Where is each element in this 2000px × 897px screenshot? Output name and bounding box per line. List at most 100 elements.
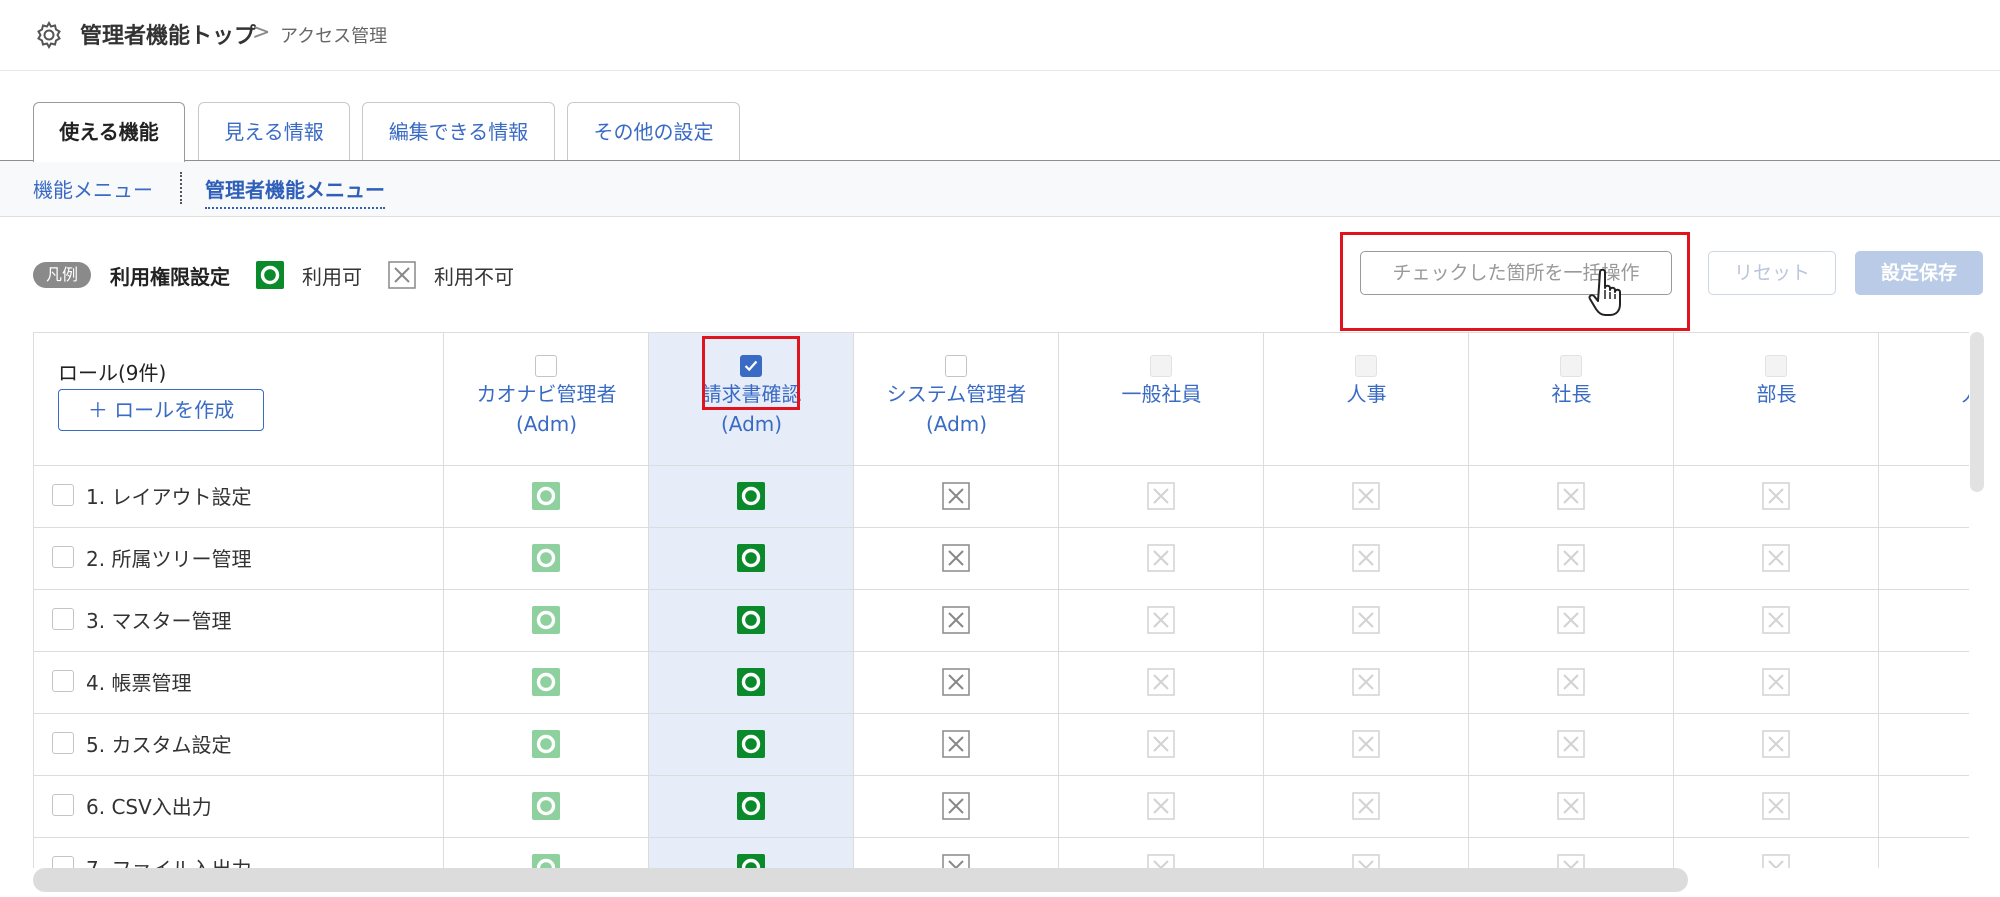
allowed-icon[interactable] (532, 482, 560, 510)
role-column-header[interactable]: 社長 (1469, 379, 1674, 409)
allowed-icon[interactable] (737, 730, 765, 758)
tab-other-settings[interactable]: その他の設定 (567, 102, 740, 160)
denied-icon[interactable] (1762, 792, 1790, 820)
allowed-icon[interactable] (532, 792, 560, 820)
denied-icon[interactable] (1352, 854, 1380, 868)
denied-icon[interactable] (1557, 854, 1585, 868)
column-select-checkbox[interactable] (1150, 355, 1172, 377)
row-select-checkbox[interactable] (52, 732, 74, 754)
allowed-icon[interactable] (737, 854, 765, 868)
denied-icon[interactable] (1147, 606, 1175, 634)
chevron-right-icon: > (252, 20, 271, 45)
denied-icon[interactable] (1557, 544, 1585, 572)
allowed-icon[interactable] (737, 482, 765, 510)
row-divider (34, 589, 1969, 590)
tab-editable-info[interactable]: 編集できる情報 (362, 102, 555, 160)
reset-button[interactable]: リセット (1708, 251, 1836, 295)
role-count: ロール(9件) (58, 361, 167, 385)
row-divider (34, 837, 1969, 838)
row-select-checkbox[interactable] (52, 670, 74, 692)
allowed-icon[interactable] (532, 544, 560, 572)
save-settings-button[interactable]: 設定保存 (1855, 251, 1983, 295)
function-row-label: 7. ファイル入出力 (86, 853, 251, 868)
denied-icon[interactable] (1762, 730, 1790, 758)
breadcrumb-admin-top[interactable]: 管理者機能トップ (80, 18, 256, 50)
denied-icon[interactable] (1762, 482, 1790, 510)
tab-usable-features[interactable]: 使える機能 (33, 102, 185, 162)
denied-icon[interactable] (942, 668, 970, 696)
allowed-icon[interactable] (532, 730, 560, 758)
row-divider (34, 775, 1969, 776)
role-column-subheader: (Adm) (720, 412, 783, 436)
horizontal-scrollbar[interactable] (33, 868, 1688, 892)
denied-icon[interactable] (942, 544, 970, 572)
column-divider (1468, 333, 1469, 868)
column-select-checkbox[interactable] (1765, 355, 1787, 377)
denied-icon (388, 261, 416, 289)
header-divider (34, 465, 1969, 466)
denied-icon[interactable] (942, 482, 970, 510)
denied-icon[interactable] (1557, 606, 1585, 634)
denied-icon[interactable] (1147, 482, 1175, 510)
row-select-checkbox[interactable] (52, 856, 74, 868)
subnav-function-menu[interactable]: 機能メニュー (33, 174, 153, 203)
denied-icon[interactable] (1557, 730, 1585, 758)
role-column-header[interactable]: 一般社員 (1059, 379, 1264, 409)
row-select-checkbox[interactable] (52, 546, 74, 568)
denied-icon[interactable] (942, 792, 970, 820)
denied-icon[interactable] (1147, 730, 1175, 758)
column-select-checkbox[interactable] (1355, 355, 1377, 377)
allowed-icon[interactable] (532, 854, 560, 868)
role-column-header[interactable]: 部長 (1674, 379, 1879, 409)
allowed-icon[interactable] (737, 668, 765, 696)
denied-icon[interactable] (1557, 668, 1585, 696)
row-select-checkbox[interactable] (52, 794, 74, 816)
vertical-scrollbar[interactable] (1970, 332, 1984, 492)
column-select-checkbox[interactable] (535, 355, 557, 377)
allowed-icon[interactable] (532, 606, 560, 634)
denied-icon[interactable] (1762, 854, 1790, 868)
denied-icon[interactable] (1147, 544, 1175, 572)
legend-denied-label: 利用不可 (434, 265, 514, 289)
denied-icon[interactable] (1352, 544, 1380, 572)
denied-icon[interactable] (1352, 482, 1380, 510)
column-select-checkbox[interactable] (945, 355, 967, 377)
allowed-icon[interactable] (532, 668, 560, 696)
role-column-subheader: (Adm) (925, 412, 988, 436)
function-row-label: 3. マスター管理 (86, 609, 232, 633)
denied-icon[interactable] (1352, 730, 1380, 758)
subnav-admin-menu[interactable]: 管理者機能メニュー (205, 174, 385, 209)
row-select-checkbox[interactable] (52, 608, 74, 630)
row-select-checkbox[interactable] (52, 484, 74, 506)
function-row-label: 1. レイアウト設定 (86, 485, 252, 509)
role-column-header[interactable]: 人事 (1264, 379, 1469, 409)
denied-icon[interactable] (942, 606, 970, 634)
role-column-header[interactable]: システム管理者 (854, 379, 1059, 409)
allowed-icon[interactable] (737, 792, 765, 820)
denied-icon[interactable] (1147, 792, 1175, 820)
denied-icon[interactable] (942, 730, 970, 758)
column-select-checkbox[interactable] (1560, 355, 1582, 377)
denied-icon[interactable] (1147, 668, 1175, 696)
denied-icon[interactable] (1762, 606, 1790, 634)
legend-allowed-label: 利用可 (302, 265, 362, 289)
create-role-button[interactable]: ＋ ロールを作成 (58, 389, 264, 431)
gear-icon[interactable] (34, 20, 64, 50)
denied-icon[interactable] (1147, 854, 1175, 868)
denied-icon[interactable] (1557, 792, 1585, 820)
allowed-icon[interactable] (737, 606, 765, 634)
highlight-box (702, 336, 800, 410)
role-column-header[interactable]: カオナビ管理者 (444, 379, 649, 409)
function-row-label: 5. カスタム設定 (86, 733, 232, 757)
denied-icon[interactable] (1557, 482, 1585, 510)
function-row-label: 2. 所属ツリー管理 (86, 547, 252, 571)
denied-icon[interactable] (1352, 792, 1380, 820)
role-column-header[interactable]: 人材 (1879, 379, 1970, 409)
denied-icon[interactable] (942, 854, 970, 868)
denied-icon[interactable] (1762, 544, 1790, 572)
tab-visible-info[interactable]: 見える情報 (198, 102, 350, 160)
denied-icon[interactable] (1352, 606, 1380, 634)
allowed-icon[interactable] (737, 544, 765, 572)
denied-icon[interactable] (1762, 668, 1790, 696)
denied-icon[interactable] (1352, 668, 1380, 696)
